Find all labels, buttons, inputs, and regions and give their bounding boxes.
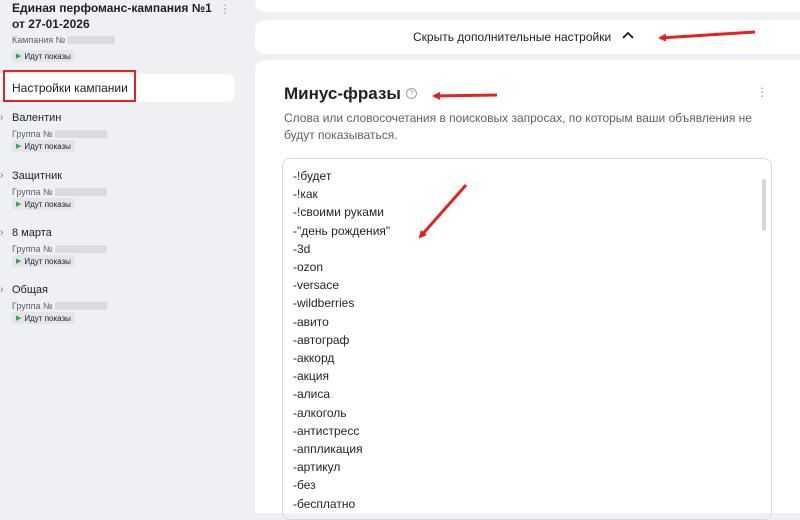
masked-id xyxy=(54,130,107,138)
status-badge: ▶ Идут показы xyxy=(12,255,75,267)
play-icon: ▶ xyxy=(16,201,22,208)
chevron-up-icon xyxy=(622,31,634,39)
phrase-list: -!будет -!как -!своими руками -"день рожден… xyxy=(293,167,390,513)
campaign-header[interactable]: Единая перфоманс-кампания №1 от 27-01-20… xyxy=(12,0,230,63)
campaign-menu-icon[interactable]: · · · xyxy=(220,0,230,18)
phrase-item: -авито xyxy=(293,314,329,329)
toggle-advanced-settings-button[interactable]: Скрыть дополнительные настройки xyxy=(255,20,800,54)
status-text: Идут показы xyxy=(24,199,71,209)
campaign-id-label: Кампания № xyxy=(12,35,66,45)
phrase-item: -бесплатно xyxy=(293,496,356,511)
campaign-id: Кампания № xyxy=(12,35,230,45)
group-id: Группа № xyxy=(12,187,107,197)
group-id: Группа № xyxy=(12,301,107,311)
question-icon[interactable]: ? xyxy=(406,88,417,99)
toggle-label: Скрыть дополнительные настройки xyxy=(413,30,612,44)
scrollbar[interactable] xyxy=(762,179,766,231)
masked-id xyxy=(54,188,107,196)
phrase-item: -аппликация xyxy=(293,442,363,457)
phrase-item: -без xyxy=(293,478,316,493)
masked-id xyxy=(67,36,116,44)
phrase-item: -!как xyxy=(293,187,318,202)
group-name[interactable]: Защитник xyxy=(12,170,62,182)
chevron-right-icon[interactable]: › xyxy=(0,284,3,295)
negative-keywords-textarea[interactable]: -!будет -!как -!своими руками -"день рожден… xyxy=(282,158,772,520)
play-icon: ▶ xyxy=(16,53,22,60)
group-id-label: Группа № xyxy=(12,129,53,139)
play-icon: ▶ xyxy=(16,258,22,265)
group-name[interactable]: 8 марта xyxy=(12,227,52,239)
status-badge: ▶ Идут показы xyxy=(12,312,75,324)
group-id: Группа № xyxy=(12,129,107,139)
status-text: Идут показы xyxy=(24,51,71,61)
chevron-right-icon[interactable]: › xyxy=(0,227,3,238)
section-title: Минус-фразы xyxy=(284,84,401,103)
status-text: Идут показы xyxy=(24,256,71,266)
phrase-item: -!будет xyxy=(293,169,332,183)
group-id-label: Группа № xyxy=(12,187,53,197)
phrase-item: -алкоголь xyxy=(293,405,347,420)
masked-id xyxy=(54,245,107,253)
group-id-label: Группа № xyxy=(12,301,53,311)
play-icon: ▶ xyxy=(16,143,22,150)
phrase-item: -3d xyxy=(293,241,311,256)
group-name[interactable]: Валентин xyxy=(12,112,61,124)
chevron-right-icon[interactable]: › xyxy=(0,170,3,181)
phrase-item: -ozon xyxy=(293,260,324,275)
phrase-item: -аккорд xyxy=(293,351,335,366)
phrase-item: -автограф xyxy=(293,332,350,347)
phrase-item: -акция xyxy=(293,369,329,384)
negative-keywords-card: Минус-фразы ? · · · Слова или словосочетан… xyxy=(255,60,800,520)
phrase-item: -артикул xyxy=(293,460,341,475)
group-id: Группа № xyxy=(12,244,107,254)
previous-section-card xyxy=(255,0,800,12)
highlight-box-annotation xyxy=(3,70,136,102)
chevron-right-icon[interactable]: › xyxy=(0,112,3,123)
status-badge: ▶ Идут показы xyxy=(12,198,75,210)
status-badge: ▶ Идут показы xyxy=(12,140,75,152)
section-description: Слова или словосочетания в поисковых зап… xyxy=(284,111,752,142)
masked-id xyxy=(54,302,107,310)
phrase-item: -!своими руками xyxy=(293,205,384,220)
group-name[interactable]: Общая xyxy=(12,284,48,296)
phrase-item: -алиса xyxy=(293,387,331,402)
phrase-item: -"день рождения" xyxy=(293,223,391,238)
status-text: Идут показы xyxy=(24,313,71,323)
status-badge: ▶ Идут показы xyxy=(12,50,75,62)
campaign-title[interactable]: Единая перфоманс-кампания №1 от 27-01-20… xyxy=(12,0,212,32)
phrase-item: -wildberries xyxy=(293,296,355,311)
more-options-icon[interactable]: · · · xyxy=(758,81,766,102)
phrase-item: -антистресс xyxy=(293,423,360,438)
phrase-item: -versace xyxy=(293,278,340,293)
status-text: Идут показы xyxy=(24,141,71,151)
group-id-label: Группа № xyxy=(12,244,53,254)
play-icon: ▶ xyxy=(16,315,22,322)
